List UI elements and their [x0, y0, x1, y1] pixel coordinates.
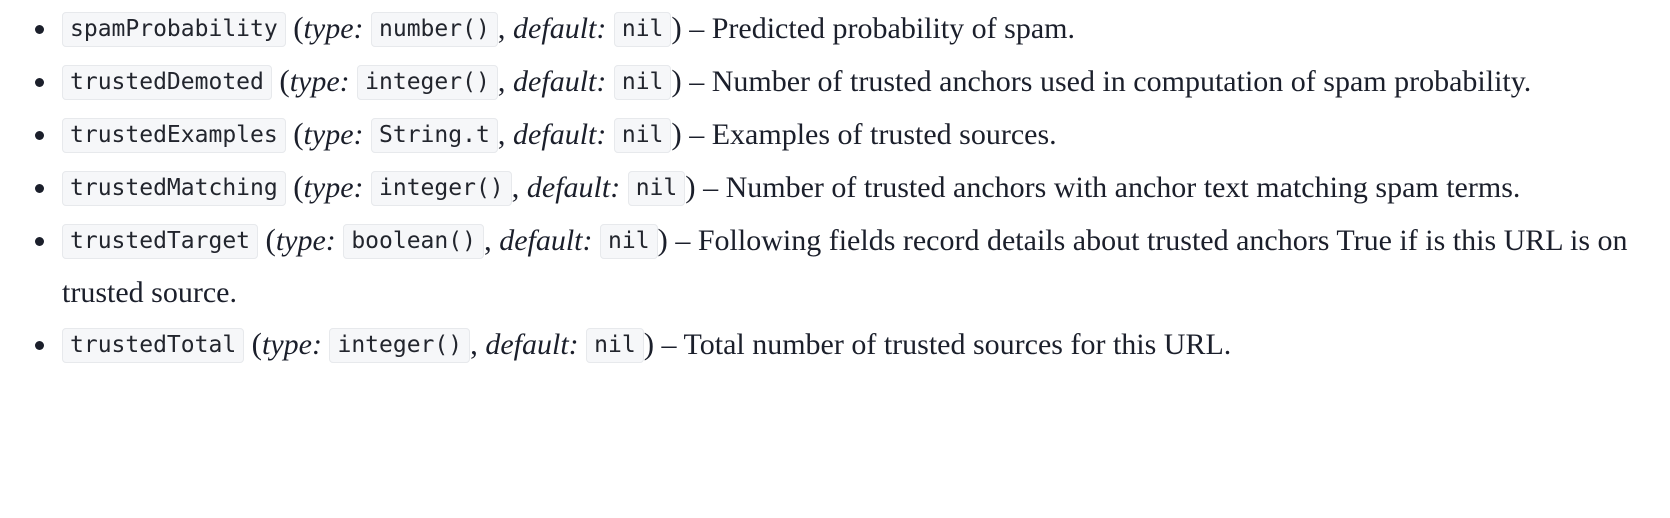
default-label: default:: [526, 171, 621, 204]
type-label: type:: [275, 224, 336, 257]
separator-dash: –: [689, 65, 705, 98]
list-item: trustedTarget (type: boolean(), default:…: [0, 214, 1670, 318]
type-label: type:: [262, 328, 322, 361]
open-paren: (: [293, 10, 304, 45]
field-default: nil: [613, 65, 672, 100]
field-type: String.t: [371, 118, 498, 153]
open-paren: (: [293, 116, 304, 151]
close-paren: ): [671, 63, 682, 98]
field-type: number(): [371, 12, 498, 47]
bullet-icon: [35, 214, 46, 265]
field-list: spamProbability (type: number(), default…: [0, 0, 1670, 371]
separator-dash: –: [675, 224, 691, 257]
bullet-icon: [35, 318, 46, 369]
field-name: spamProbability: [62, 12, 286, 47]
field-default: nil: [600, 224, 658, 259]
open-paren: (: [265, 222, 276, 257]
separator-dash: –: [661, 328, 677, 361]
field-name: trustedTarget: [62, 224, 259, 259]
field-default: nil: [613, 118, 672, 153]
bullet-icon: [35, 161, 46, 212]
comma: ,: [511, 169, 520, 204]
comma: ,: [497, 10, 506, 45]
bullet-icon: [35, 2, 46, 53]
list-item: spamProbability (type: number(), default…: [0, 2, 1670, 55]
bullet-icon: [35, 108, 46, 159]
type-label: type:: [289, 65, 350, 98]
field-default: nil: [613, 12, 672, 47]
type-label: type:: [303, 12, 364, 45]
close-paren: ): [657, 222, 668, 257]
field-type: integer(): [371, 171, 512, 206]
field-description: Total number of trusted sources for this…: [683, 328, 1232, 361]
type-label: type:: [303, 118, 364, 151]
field-type: integer(): [329, 328, 471, 363]
list-item: trustedExamples (type: String.t, default…: [0, 108, 1670, 161]
type-label: type:: [303, 171, 364, 204]
close-paren: ): [685, 169, 696, 204]
field-name: trustedTotal: [62, 328, 245, 363]
default-label: default:: [513, 12, 607, 45]
field-default: nil: [586, 328, 644, 363]
field-type: boolean(): [343, 224, 484, 259]
default-label: default:: [485, 328, 579, 361]
default-label: default:: [513, 118, 607, 151]
field-default: nil: [627, 171, 686, 206]
default-label: default:: [513, 65, 607, 98]
comma: ,: [483, 222, 492, 257]
field-description: Predicted probability of spam.: [711, 12, 1075, 45]
list-item: trustedTotal (type: integer(), default: …: [0, 318, 1670, 371]
open-paren: (: [293, 169, 304, 204]
close-paren: ): [643, 326, 655, 361]
separator-dash: –: [703, 171, 719, 204]
field-name: trustedExamples: [62, 118, 286, 153]
list-item: trustedMatching (type: integer(), defaul…: [0, 161, 1670, 214]
list-item: trustedDemoted (type: integer(), default…: [0, 55, 1670, 108]
field-description: Number of trusted anchors with anchor te…: [725, 171, 1521, 204]
bullet-icon: [35, 55, 46, 106]
separator-dash: –: [689, 12, 705, 45]
close-paren: ): [671, 116, 682, 151]
open-paren: (: [251, 326, 262, 361]
field-name: trustedMatching: [62, 171, 286, 206]
field-name: trustedDemoted: [62, 65, 272, 100]
field-description: Number of trusted anchors used in comput…: [711, 65, 1532, 98]
comma: ,: [497, 63, 506, 98]
default-label: default:: [499, 224, 593, 257]
separator-dash: –: [689, 118, 705, 151]
comma: ,: [470, 326, 478, 361]
field-description: Examples of trusted sources.: [711, 118, 1057, 151]
field-type: integer(): [357, 65, 498, 100]
comma: ,: [497, 116, 506, 151]
open-paren: (: [279, 63, 290, 98]
close-paren: ): [671, 10, 682, 45]
